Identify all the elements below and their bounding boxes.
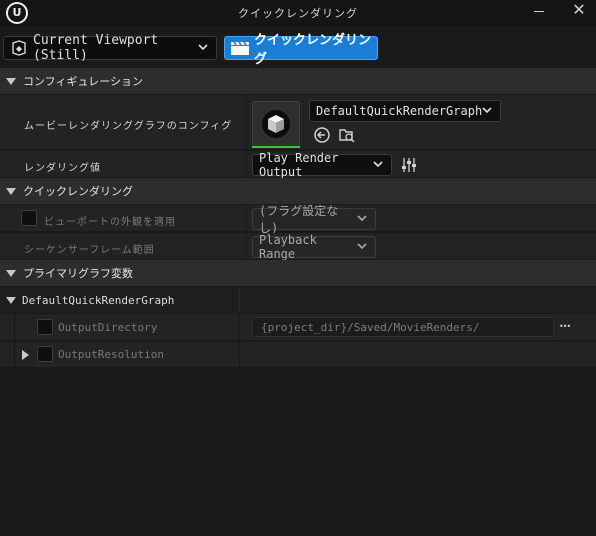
section-configuration[interactable]: コンフィギュレーション (0, 68, 596, 94)
section-title: プライマリグラフ変数 (23, 267, 133, 280)
sequencer-range-dropdown[interactable]: Playback Range (252, 233, 376, 261)
collapse-arrow-icon (6, 297, 16, 304)
render-target-dropdown[interactable]: Play Render Output (252, 151, 392, 179)
row-output-resolution: OutputResolution (0, 342, 596, 368)
toolbar: Current Viewport (Still) クイックレンダリング (0, 26, 596, 68)
section-title: クイックレンダリング (23, 185, 133, 198)
more-options-icon[interactable]: ••• (559, 322, 571, 331)
viewport-camera-icon (11, 40, 27, 56)
apply-viewport-dropdown[interactable]: (フラグ設定なし) (252, 204, 376, 235)
chevron-down-icon (357, 214, 367, 225)
asset-color-strip (252, 146, 300, 148)
output-resolution-checkbox[interactable] (37, 346, 53, 362)
quick-render-label: クイックレンダリング (254, 33, 372, 67)
apply-viewport-value: (フラグ設定なし) (259, 204, 339, 235)
viewport-mode-dropdown[interactable]: Current Viewport (Still) (3, 33, 217, 63)
browse-folder-icon[interactable] (338, 126, 356, 144)
expand-arrow-icon[interactable] (22, 350, 29, 360)
collapse-arrow-icon (6, 187, 16, 195)
viewport-mode-label: Current Viewport (Still) (33, 33, 159, 63)
output-directory-label: OutputDirectory (58, 321, 158, 334)
cube-thumbnail-icon[interactable] (252, 101, 300, 147)
apply-viewport-label: ビューポートの外観を適用 (44, 217, 176, 228)
title-bar: U クイックレンダリング ✕ (0, 0, 596, 26)
graph-asset-dropdown[interactable]: DefaultQuickRenderGraph (309, 100, 501, 122)
browse-back-icon[interactable] (313, 126, 331, 144)
section-primary-graph-variables[interactable]: プライマリグラフ変数 (0, 260, 596, 286)
graph-config-label: ムービーレンダリンググラフのコンフィグ (24, 121, 233, 132)
quick-render-button[interactable]: クイックレンダリング (224, 33, 378, 67)
graph-name-label: DefaultQuickRenderGraph (22, 294, 175, 307)
section-quick-render[interactable]: クイックレンダリング (0, 178, 596, 204)
chevron-down-icon (357, 242, 367, 253)
render-target-label: レンダリング値 (24, 163, 101, 174)
chevron-down-icon (373, 160, 383, 171)
output-directory-field[interactable]: {project_dir}/Saved/MovieRenders/ (252, 317, 554, 337)
graph-asset-value: DefaultQuickRenderGraph (316, 104, 483, 118)
collapse-arrow-icon (6, 269, 16, 277)
section-title: コンフィギュレーション (23, 75, 144, 88)
close-icon[interactable]: ✕ (564, 0, 594, 24)
apply-viewport-checkbox[interactable] (21, 210, 37, 226)
clapperboard-icon (230, 40, 250, 56)
output-directory-checkbox[interactable] (37, 319, 53, 335)
row-graph-name[interactable]: DefaultQuickRenderGraph (0, 287, 596, 314)
sequencer-range-label: シーケンサーフレーム範囲 (24, 245, 155, 256)
window-title: クイックレンダリング (238, 7, 358, 20)
settings-sliders-icon[interactable] (400, 156, 418, 174)
render-target-value: Play Render Output (259, 151, 339, 179)
chevron-down-icon (198, 43, 208, 54)
sequencer-range-value: Playback Range (259, 233, 317, 261)
output-resolution-label: OutputResolution (58, 348, 164, 361)
chevron-down-icon (482, 106, 492, 117)
collapse-arrow-icon (6, 77, 16, 85)
